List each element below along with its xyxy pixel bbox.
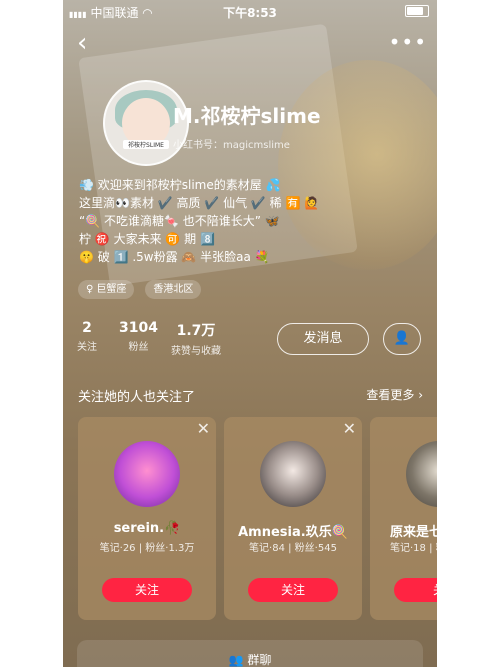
stat-followers[interactable]: 3104 粉丝 xyxy=(119,320,158,353)
card-avatar[interactable] xyxy=(406,441,437,507)
avatar-tag-label: 祁桉柠SLIME xyxy=(123,140,169,149)
recommend-title: 关注她的人也关注了 xyxy=(78,390,196,405)
follow-button[interactable]: 关 xyxy=(394,578,437,602)
bio-line: 💨 欢迎来到祁桉柠slime的素材屋 💦 xyxy=(79,178,281,192)
tag-label: 香港北区 xyxy=(153,284,194,295)
card-avatar[interactable] xyxy=(114,441,180,507)
stat-likes[interactable]: 1.7万 获赞与收藏 xyxy=(171,320,221,357)
send-message-button[interactable]: 发消息 xyxy=(277,323,369,355)
card-avatar[interactable] xyxy=(260,441,326,507)
profile-bio: 💨 欢迎来到祁桉柠slime的素材屋 💦 这里滴👀素材 ✔️ 高质 ✔️ 仙气 … xyxy=(79,176,424,266)
tag-zodiac: ♀ 巨蟹座 xyxy=(78,280,135,299)
card-name: 原来是七 xyxy=(390,525,437,540)
card-info: 笔记·84 | 粉丝·545 xyxy=(249,543,337,554)
female-icon: ♀ xyxy=(86,284,94,295)
stat-value: 1.7万 xyxy=(176,323,216,339)
card-name: Amnesia.玖乐🍭 xyxy=(238,525,348,540)
profile-screen: ▮▮▮▮ 中国联通 ◠ 下午8:53 ‹ ••• 祁桉柠SLIME M.祁桉柠s… xyxy=(63,0,437,667)
recommend-card[interactable]: ✕ Amnesia.玖乐🍭 笔记·84 | 粉丝·545 关注 xyxy=(224,417,362,620)
battery-icon xyxy=(405,5,429,17)
card-info: 笔记·26 | 粉丝·1.3万 xyxy=(99,543,195,554)
see-more-link[interactable]: 查看更多 › xyxy=(366,386,423,403)
stat-following[interactable]: 2 关注 xyxy=(77,320,97,353)
tag-location: 香港北区 xyxy=(145,280,202,299)
stat-label: 关注 xyxy=(77,342,97,353)
back-arrow-icon[interactable]: ‹ xyxy=(77,30,87,56)
follow-button[interactable]: 关注 xyxy=(248,578,338,602)
bio-line: 🤫 破 1️⃣ .5w粉露 🙈 半张脸aa 💐 xyxy=(79,250,270,264)
group-chat-bar[interactable]: 👥 群聊 xyxy=(77,640,423,667)
recommend-card[interactable]: ✕ serein.🥀 笔记·26 | 粉丝·1.3万 关注 xyxy=(78,417,216,620)
user-settings-icon[interactable]: 👤 xyxy=(383,323,421,355)
more-options-icon[interactable]: ••• xyxy=(389,32,427,52)
stat-label: 粉丝 xyxy=(128,342,149,353)
group-chat-label: 群聊 xyxy=(247,653,272,667)
card-name: serein.🥀 xyxy=(113,521,181,536)
stat-value: 2 xyxy=(82,320,92,336)
bio-line: 这里滴👀素材 ✔️ 高质 ✔️ 仙气 ✔️ 稀 🈶 🙋 xyxy=(79,196,320,210)
tag-label: 巨蟹座 xyxy=(96,284,127,295)
follow-button[interactable]: 关注 xyxy=(102,578,192,602)
bio-line: “🍭 不吃谁滴糖🍬 也不陪谁长大” 🦋 xyxy=(79,214,280,228)
stat-label: 获赞与收藏 xyxy=(171,346,221,357)
red-id[interactable]: 小红书号：magicmslime xyxy=(173,136,290,151)
status-bar: ▮▮▮▮ 中国联通 ◠ 下午8:53 xyxy=(63,0,437,22)
recommend-card[interactable]: 原来是七 笔记·18 | 粉 关 xyxy=(370,417,437,620)
profile-tags: ♀ 巨蟹座 香港北区 xyxy=(78,277,207,299)
profile-name: M.祁桉柠slime xyxy=(173,104,321,128)
bio-line: 柠 ㊗️ 大家未来 🉑 期 8️⃣ xyxy=(79,232,215,246)
status-time: 下午8:53 xyxy=(223,6,277,20)
close-icon[interactable]: ✕ xyxy=(197,419,210,438)
stat-value: 3104 xyxy=(119,320,158,336)
card-info: 笔记·18 | 粉 xyxy=(390,543,437,554)
group-icon: 👥 xyxy=(228,653,244,667)
close-icon[interactable]: ✕ xyxy=(343,419,356,438)
